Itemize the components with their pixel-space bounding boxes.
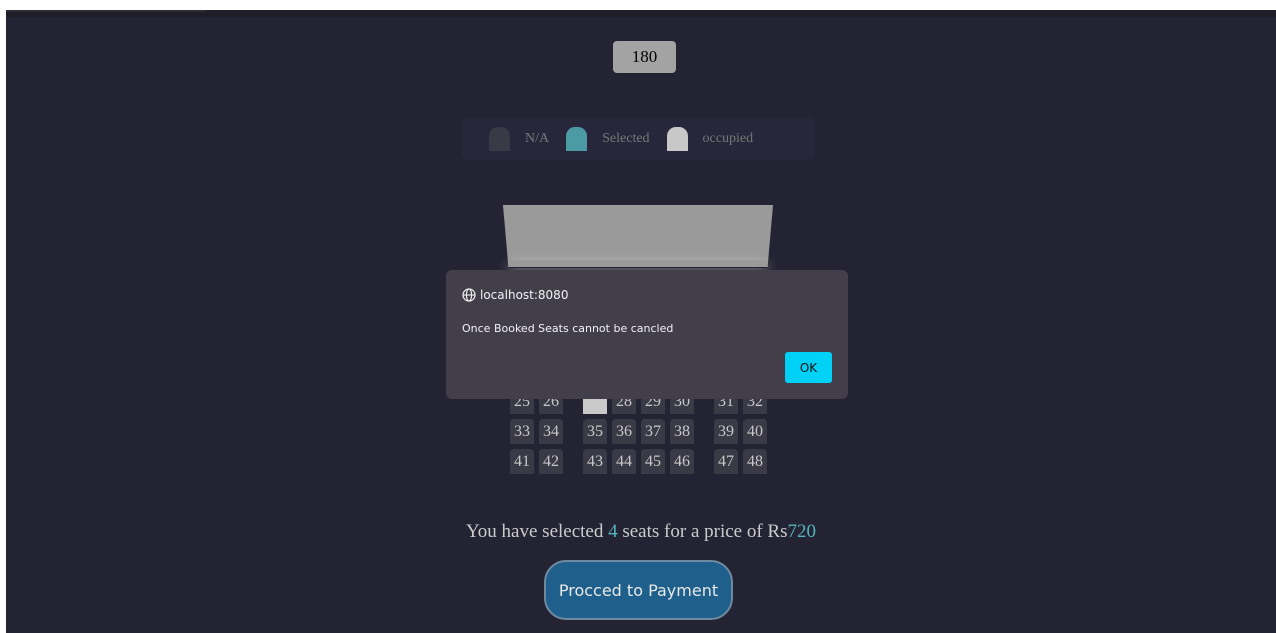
price-select-value: 180: [631, 47, 658, 66]
dialog-ok-label: OK: [799, 360, 818, 375]
proceed-to-payment-button[interactable]: Procced to Payment: [544, 560, 733, 620]
proceed-to-payment-label: Procced to Payment: [558, 580, 719, 600]
legend-label-selected: Selected: [602, 131, 650, 146]
legend-seat-occupied-icon: [666, 127, 688, 151]
legend-seat-na-icon: [489, 127, 510, 151]
summary-middle: seats for a price of Rs: [617, 521, 788, 542]
seat-37[interactable]: 37: [641, 419, 665, 444]
seat-36[interactable]: 36: [612, 419, 636, 444]
seat-45[interactable]: 45: [641, 449, 665, 474]
legend-item-occupied: occupied: [666, 127, 754, 151]
seat-46[interactable]: 46: [670, 449, 694, 474]
seat-44[interactable]: 44: [612, 449, 636, 474]
total-price: 720: [787, 521, 817, 542]
legend-item-selected: Selected: [566, 127, 650, 151]
dialog-message: Once Booked Seats cannot be cancled: [462, 322, 674, 335]
app-frame: 180 N/A Selected occupied 25262728293031…: [6, 10, 1276, 633]
seat-grid: 2526272829303132333435363738394041424344…: [510, 389, 772, 479]
seat-42[interactable]: 42: [539, 449, 563, 474]
top-bar: [6, 10, 1276, 17]
seat-row: 33 34 35 36 37 38 39 40: [510, 419, 772, 449]
seat-38[interactable]: 38: [670, 419, 694, 444]
seat-47[interactable]: 47: [714, 449, 738, 474]
dialog-origin-text: localhost:8080: [480, 288, 569, 302]
seat-40[interactable]: 40: [743, 419, 767, 444]
selected-count: 4: [608, 521, 618, 542]
alert-dialog: localhost:8080 Once Booked Seats cannot …: [446, 270, 848, 399]
legend-label-occupied: occupied: [702, 131, 754, 146]
selection-summary: You have selected 4 seats for a price of…: [6, 521, 1276, 543]
summary-prefix: You have selected: [465, 521, 609, 542]
legend-item-na: N/A: [489, 127, 549, 151]
top-bar-accent: [6, 10, 206, 12]
seat-legend: N/A Selected occupied: [462, 118, 815, 160]
seat-34[interactable]: 34: [539, 419, 563, 444]
seat-41[interactable]: 41: [510, 449, 534, 474]
legend-label-na: N/A: [525, 131, 550, 146]
cinema-screen-glow: [509, 260, 767, 268]
seat-35[interactable]: 35: [583, 419, 607, 444]
seat-48[interactable]: 48: [743, 449, 767, 474]
dialog-ok-button[interactable]: OK: [785, 352, 832, 383]
seat-row: 41 42 43 44 45 46 47 48: [510, 449, 772, 479]
globe-icon: [462, 288, 476, 302]
seat-33[interactable]: 33: [510, 419, 534, 444]
legend-seat-selected-icon: [566, 127, 588, 151]
seat-39[interactable]: 39: [714, 419, 738, 444]
price-select[interactable]: 180: [613, 41, 676, 73]
dialog-origin: localhost:8080: [462, 288, 568, 302]
cinema-screen: [503, 205, 773, 267]
seat-43[interactable]: 43: [583, 449, 607, 474]
